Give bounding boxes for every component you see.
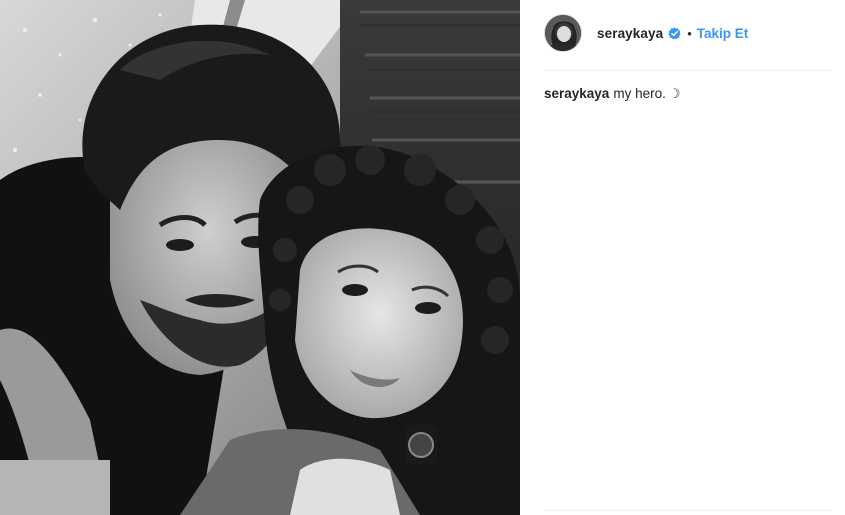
moon-emoji-icon: ☽: [668, 86, 681, 101]
header-divider: [544, 70, 832, 71]
follow-button[interactable]: Takip Et: [697, 26, 749, 41]
post-caption: seraykaya my hero. ☽: [544, 85, 832, 103]
post-header: seraykaya • Takip Et: [544, 12, 832, 54]
caption-username-link[interactable]: seraykaya: [544, 86, 609, 101]
username-link[interactable]: seraykaya: [597, 26, 663, 41]
couple-selfie-image: [0, 0, 520, 515]
instagram-post: seraykaya • Takip Et seraykaya my hero. ☽: [0, 0, 845, 515]
avatar[interactable]: [544, 14, 582, 52]
post-side-panel: seraykaya • Takip Et seraykaya my hero. ☽: [520, 0, 845, 515]
separator-dot: •: [687, 25, 692, 41]
caption-text: my hero.: [613, 86, 666, 101]
comments-divider: [544, 510, 832, 511]
verified-badge-icon: [668, 26, 681, 40]
post-photo[interactable]: [0, 0, 520, 515]
